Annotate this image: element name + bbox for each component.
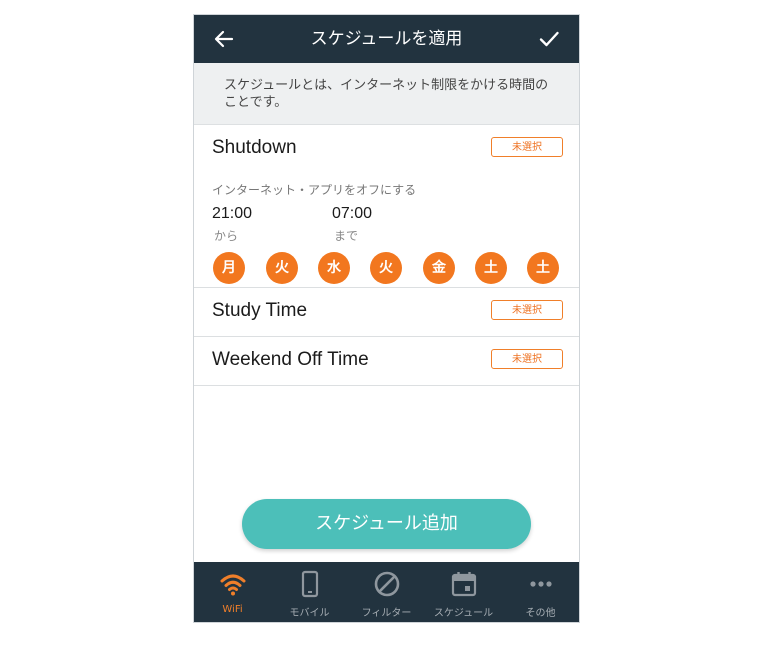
more-icon <box>530 581 552 587</box>
wifi-icon <box>220 574 246 596</box>
day-sun[interactable]: 土 <box>527 252 559 284</box>
page-title: スケジュールを適用 <box>310 29 463 49</box>
app-bar: スケジュールを適用 <box>194 15 579 63</box>
day-mon[interactable]: 月 <box>213 252 245 284</box>
nav-label: WiFi <box>222 604 243 615</box>
day-fri[interactable]: 金 <box>423 252 455 284</box>
nav-more[interactable]: その他 <box>502 562 579 622</box>
bottom-nav: WiFi モバイル フィルター スケジュール その他 <box>194 562 579 622</box>
nav-label: フィルター <box>361 608 412 619</box>
schedule-description: インターネット・アプリをオフにする <box>212 183 417 197</box>
nav-mobile[interactable]: モバイル <box>271 562 348 622</box>
select-badge[interactable]: 未選択 <box>491 349 563 369</box>
end-time-label: まで <box>334 229 359 243</box>
calendar-icon <box>451 572 477 597</box>
mobile-icon <box>301 570 319 598</box>
schedule-name: Shutdown <box>212 137 297 158</box>
info-text: スケジュールとは、インターネット制限をかける時間のことです。 <box>224 78 549 110</box>
day-wed[interactable]: 水 <box>318 252 350 284</box>
nav-label: スケジュール <box>433 608 494 619</box>
phone-screen: スケジュールを適用 スケジュールとは、インターネット制限をかける時間のことです。… <box>193 14 580 623</box>
nav-label: モバイル <box>289 608 330 619</box>
select-badge[interactable]: 未選択 <box>491 300 563 320</box>
nav-label: その他 <box>525 608 556 619</box>
day-selector: 月 火 水 火 金 土 土 <box>212 252 563 284</box>
nav-wifi[interactable]: WiFi <box>194 562 271 622</box>
schedule-name: Study Time <box>212 300 308 321</box>
day-thu[interactable]: 火 <box>370 252 402 284</box>
start-time: 21:00 <box>212 205 253 222</box>
add-schedule-button[interactable]: スケジュール追加 <box>242 499 531 549</box>
info-banner: スケジュールとは、インターネット制限をかける時間のことです。 <box>194 63 579 125</box>
filter-icon <box>374 571 400 597</box>
schedule-card-study-time[interactable]: Study Time 未選択 <box>194 288 579 337</box>
select-badge[interactable]: 未選択 <box>491 137 563 157</box>
start-time-label: から <box>214 229 239 243</box>
schedule-card-shutdown[interactable]: Shutdown 未選択 インターネット・アプリをオフにする 21:00 から … <box>194 125 579 288</box>
day-tue[interactable]: 火 <box>266 252 298 284</box>
day-sat[interactable]: 土 <box>475 252 507 284</box>
schedule-name: Weekend Off Time <box>212 349 369 370</box>
schedule-card-weekend-off[interactable]: Weekend Off Time 未選択 <box>194 337 579 386</box>
confirm-check-icon[interactable] <box>537 27 561 51</box>
end-time: 07:00 <box>332 205 373 222</box>
nav-schedule[interactable]: スケジュール <box>425 562 502 622</box>
nav-filter[interactable]: フィルター <box>348 562 425 622</box>
